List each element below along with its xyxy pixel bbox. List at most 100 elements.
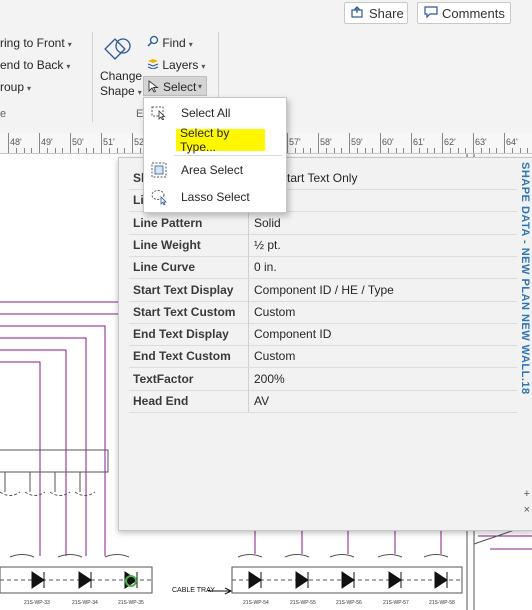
ruler-label: 50' xyxy=(72,137,84,147)
ruler-tick xyxy=(333,148,335,153)
shape-data-key: Head End xyxy=(133,394,189,408)
ruler-tick xyxy=(349,133,350,153)
ruler-tick xyxy=(132,133,133,153)
ruler-tick xyxy=(504,133,505,153)
ruler-tick xyxy=(449,148,451,153)
shape-data-value[interactable]: 200% xyxy=(248,367,285,390)
ruler-tick xyxy=(480,148,482,153)
menu-item-label: Lasso Select xyxy=(181,190,250,204)
menu-item-label: Area Select xyxy=(181,163,244,177)
select-button[interactable]: Select ▾ xyxy=(143,76,207,96)
shape-data-value[interactable]: 0 in. xyxy=(248,256,277,279)
menu-item-area-select[interactable]: Area Select xyxy=(146,159,282,181)
bring-to-front-button[interactable]: ring to Front ▾ xyxy=(0,36,72,50)
shape-data-row[interactable]: End Text Custom Custom xyxy=(129,345,517,369)
shape-data-value[interactable]: Custom xyxy=(248,345,295,368)
shape-data-value[interactable]: tart Text Only xyxy=(282,167,357,189)
shape-data-row[interactable]: Line Curve 0 in. xyxy=(129,256,517,280)
ruler-tick xyxy=(39,133,40,153)
chevron-down-icon: ▾ xyxy=(188,40,193,49)
shape-data-value[interactable]: Component ID xyxy=(248,323,331,346)
menu-item-label: Select All xyxy=(181,106,231,120)
layers-icon xyxy=(147,58,159,72)
ruler-tick xyxy=(380,133,381,153)
pointer-icon xyxy=(148,80,159,96)
shape-data-value[interactable]: Component ID / HE / Type xyxy=(248,278,394,301)
shape-data-row[interactable]: Start Text Display Component ID / HE / Ty… xyxy=(129,278,517,302)
ruler-tick xyxy=(31,148,33,153)
ruler-tick xyxy=(54,148,56,153)
ruler-tick xyxy=(318,133,319,153)
ruler-tick xyxy=(310,148,312,153)
comments-button[interactable]: Comments xyxy=(417,2,511,24)
ruler-tick xyxy=(364,148,366,153)
layers-button[interactable]: Layers ▾ xyxy=(147,57,205,72)
ruler-tick xyxy=(46,148,48,153)
change-shape-button[interactable]: Change Shape ▾ xyxy=(96,32,142,100)
ruler-tick xyxy=(442,133,443,153)
ruler-tick xyxy=(511,148,513,153)
find-button[interactable]: Find ▾ xyxy=(147,35,193,50)
ruler-label: 63' xyxy=(475,137,487,147)
change-shape-label-1: Change xyxy=(100,69,143,83)
group-button[interactable]: roup ▾ xyxy=(0,80,31,94)
shape-data-value[interactable]: Custom xyxy=(248,300,295,323)
shape-data-title: SHAPE DATA - NEW PLAN NEW WALL.18 xyxy=(519,162,531,395)
shape-data-row[interactable]: Line Weight ½ pt. xyxy=(129,233,517,257)
shape-data-row[interactable]: Line Pattern Solid xyxy=(129,211,517,235)
ruler-tick xyxy=(139,148,141,153)
ruler-tick xyxy=(8,133,9,153)
ruler-label: 57' xyxy=(289,137,301,147)
area-select-icon xyxy=(146,161,172,179)
ruler-tick xyxy=(15,148,17,153)
chevron-down-icon: ▾ xyxy=(201,62,206,71)
shape-data-value[interactable]: ½ pt. xyxy=(248,233,281,256)
ruler-tick xyxy=(108,148,110,153)
close-icon[interactable]: × xyxy=(524,504,530,516)
ruler-tick xyxy=(496,148,498,153)
shape-data-row[interactable]: End Text Display Component ID xyxy=(129,323,517,347)
ruler-tick xyxy=(411,133,412,153)
shape-data-value[interactable]: Solid xyxy=(248,211,281,234)
menu-item-label: Select by Type... xyxy=(180,126,230,154)
ruler-tick xyxy=(62,148,64,153)
shape-data-row[interactable]: Start Text Custom Custom xyxy=(129,300,517,324)
equipment-tag: 21S-WP-55 xyxy=(290,600,316,606)
chevron-down-icon: ▾ xyxy=(66,62,71,71)
shape-data-value[interactable]: AV xyxy=(248,390,269,412)
ruler-tick xyxy=(457,148,459,153)
ruler-tick xyxy=(287,133,288,153)
search-icon xyxy=(147,35,159,50)
share-label: Share xyxy=(369,5,404,21)
shape-data-row[interactable]: TextFactor 200% xyxy=(129,367,517,391)
send-to-back-button[interactable]: end to Back ▾ xyxy=(0,58,70,72)
ruler-tick xyxy=(434,148,436,153)
ruler-label: 48' xyxy=(10,137,22,147)
equipment-tag: 21S-WP-58 xyxy=(429,600,455,606)
share-button[interactable]: Share xyxy=(344,2,408,24)
lasso-select-icon xyxy=(146,188,172,206)
shape-data-key: End Text Display xyxy=(133,327,229,342)
ruler-label: 62' xyxy=(444,137,456,147)
comments-label: Comments xyxy=(442,5,505,21)
ruler-tick xyxy=(473,133,474,153)
menu-item-select-all[interactable]: Select All xyxy=(146,102,282,124)
group-label: roup xyxy=(0,80,25,94)
shape-data-row[interactable]: Head End AV xyxy=(129,390,517,413)
cable-tray-label: CABLE TRAY xyxy=(172,587,215,594)
chevron-down-icon: ▾ xyxy=(137,88,142,97)
shape-data-panel: Sh tart Text Only Li Line Pattern Solid Line … xyxy=(118,157,532,531)
equipment-tag: 21S-WP-57 xyxy=(383,600,409,606)
shape-data-key: TextFactor xyxy=(133,371,194,386)
menu-item-select-by-type[interactable]: Select by Type... xyxy=(176,126,265,154)
ruler-tick xyxy=(341,148,343,153)
menu-item-lasso-select[interactable]: Lasso Select xyxy=(146,186,282,208)
find-label: Find xyxy=(162,36,186,50)
ruler-tick xyxy=(465,148,467,153)
collapse-icon[interactable]: + xyxy=(524,488,530,500)
ruler-label: 64' xyxy=(506,137,518,147)
menu-divider xyxy=(174,155,282,156)
equipment-tag: 21S-WP-33 xyxy=(24,600,50,606)
ruler-label: 61' xyxy=(413,137,425,147)
ruler-label: 58' xyxy=(320,137,332,147)
